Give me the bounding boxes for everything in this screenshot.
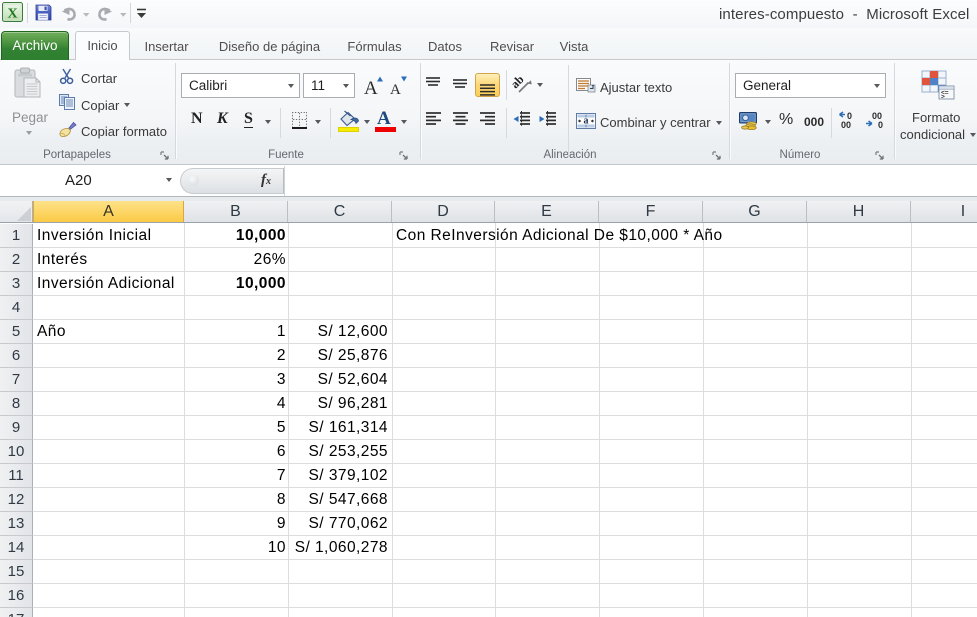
svg-text:X: X	[7, 7, 17, 22]
svg-text:0: 0	[878, 120, 883, 130]
svg-text:00: 00	[841, 120, 851, 130]
svg-text:A: A	[390, 82, 401, 98]
svg-text:>: >	[941, 94, 945, 101]
svg-text:a: a	[584, 116, 589, 127]
svg-text:A: A	[364, 78, 378, 99]
